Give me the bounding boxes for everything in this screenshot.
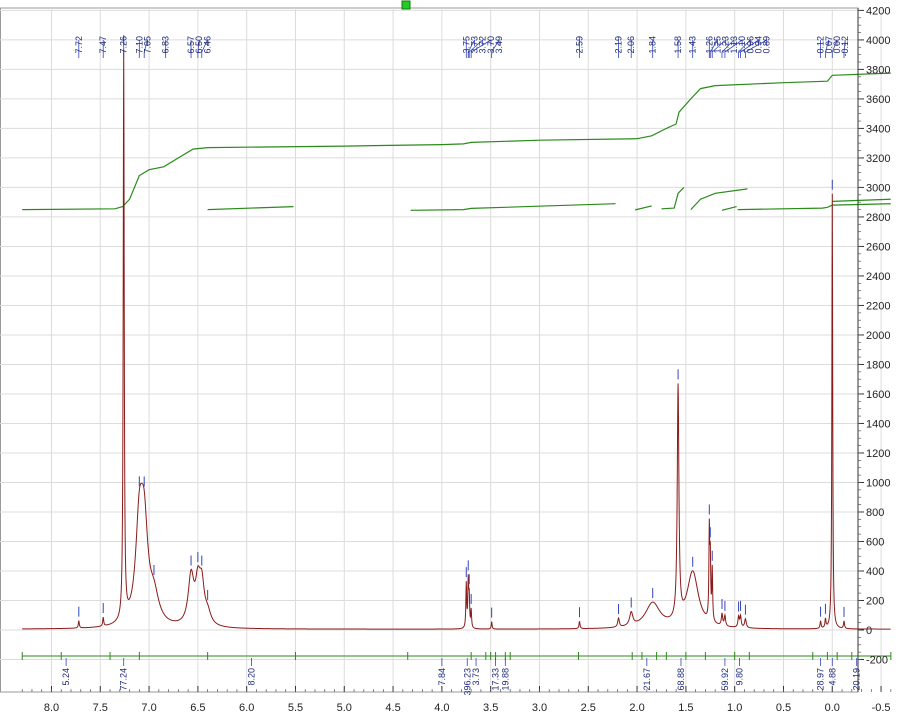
x-tick-label: 5.0 [337,702,352,714]
y-tick-label: -200 [866,655,888,667]
y-tick-label: 800 [866,507,884,519]
integral-fragment [661,186,685,210]
peak-label: 7.72 [74,36,84,54]
peak-label: 1.58 [673,36,683,54]
integral-fragment [832,198,891,202]
peak-label: 2.19 [614,36,624,54]
x-tick-label: 6.5 [190,702,205,714]
peak-label: 2.59 [574,36,584,54]
x-tick-label: 8.0 [44,702,59,714]
peak-label: 3.49 [494,36,504,54]
integral-value: 77.24 [119,668,129,691]
peak-label: 7.05 [143,36,153,54]
y-tick-label: 2600 [866,241,890,253]
y-tick-label: 2200 [866,300,890,312]
peak-label: 6.46 [202,36,212,54]
x-tick-label: 0.0 [825,702,840,714]
y-tick-label: 4200 [866,5,890,17]
y-tick-label: 3200 [866,153,890,165]
x-tick-label: 1.0 [727,702,742,714]
integral-value: 28.97 [816,668,826,691]
x-tick-label: 4.5 [385,702,400,714]
integral-value: 4.88 [827,668,837,686]
integral-value: 19.88 [500,668,510,691]
peak-label: 0.89 [762,36,772,54]
y-tick-label: 1600 [866,389,890,401]
integral-value: 20.19 [852,668,862,691]
y-tick-label: 0 [866,625,872,637]
integral-value: 3.73 [471,668,481,686]
x-tick-label: 3.5 [483,702,498,714]
y-tick-label: 3400 [866,123,890,135]
integral-fragment [410,203,616,211]
x-tick-label: 7.0 [141,702,156,714]
integral-fragment [207,206,294,211]
integral-fragment [634,205,652,211]
spectrum-trace [22,49,891,630]
x-tick-label: 4.0 [434,702,449,714]
integral-value: 17.33 [491,668,501,691]
integral-value: 7.84 [437,668,447,686]
y-tick-label: 2000 [866,330,890,342]
y-tick-label: 2400 [866,271,890,283]
y-tick-label: 1200 [866,448,890,460]
integral-labels: 5.24 77.24 8.20 7.84 396.233.73 17.33 19.88 21.… [61,658,862,696]
x-tick-label: 0.5 [776,702,791,714]
integral-value: 68.88 [676,668,686,691]
integral-curves [22,72,891,211]
integral-curve [22,72,891,211]
integral-value: 21.67 [642,668,652,691]
y-tick-label: 3600 [866,94,890,106]
x-tick-label: -0.5 [872,702,891,714]
y-tick-label: 2800 [866,212,890,224]
x-tick-label: 1.5 [678,702,693,714]
peak-label: 1.84 [648,36,658,54]
peak-label: 1.43 [688,36,698,54]
y-tick-label: 4000 [866,35,890,47]
spectrum-line [22,49,891,630]
peak-labels: 7.72 7.47 7.26 7.107.05 6.83 6.576.506.46 3.75… [74,35,850,618]
y-tick-label: 3000 [866,182,890,194]
x-tick-label: 6.0 [239,702,254,714]
y-tick-label: 1000 [866,477,890,489]
peak-label: 6.83 [161,36,171,54]
plot-frame [0,7,859,693]
integral-fragment [690,188,748,211]
integral-value: 5.24 [61,668,71,686]
y-tick-label: 200 [866,595,884,607]
x-tick-label: 5.5 [288,702,303,714]
peak-label: 7.26 [119,36,129,54]
x-tick-label: 7.5 [93,702,108,714]
x-tick-label: 3.0 [532,702,547,714]
x-tick-label: 2.5 [581,702,596,714]
peak-label: 7.47 [98,36,108,54]
y-tick-label: 1800 [866,359,890,371]
integral-value: 59.92 [720,668,730,691]
peak-label: 2.06 [626,36,636,54]
integral-track [21,652,892,660]
axes: 8.0 7.5 7.0 6.5 6.0 5.5 5.0 4.5 4.0 3.5 3.0 2.5 2.0 1… [21,5,892,714]
integral-value: 9.80 [735,668,745,686]
y-tick-label: 1400 [866,418,890,430]
y-tick-label: 3800 [866,64,890,76]
integral-fragment [737,203,891,211]
y-tick-label: 600 [866,536,884,548]
integral-value: 8.20 [247,668,257,686]
nmr-spectrum-chart: 7.72 7.47 7.26 7.107.05 6.83 6.576.506.46 3.75… [0,0,892,714]
x-tick-label: 2.0 [629,702,644,714]
reference-marker[interactable] [401,0,411,10]
peak-label: -0.12 [840,36,850,57]
y-tick-label: 400 [866,566,884,578]
